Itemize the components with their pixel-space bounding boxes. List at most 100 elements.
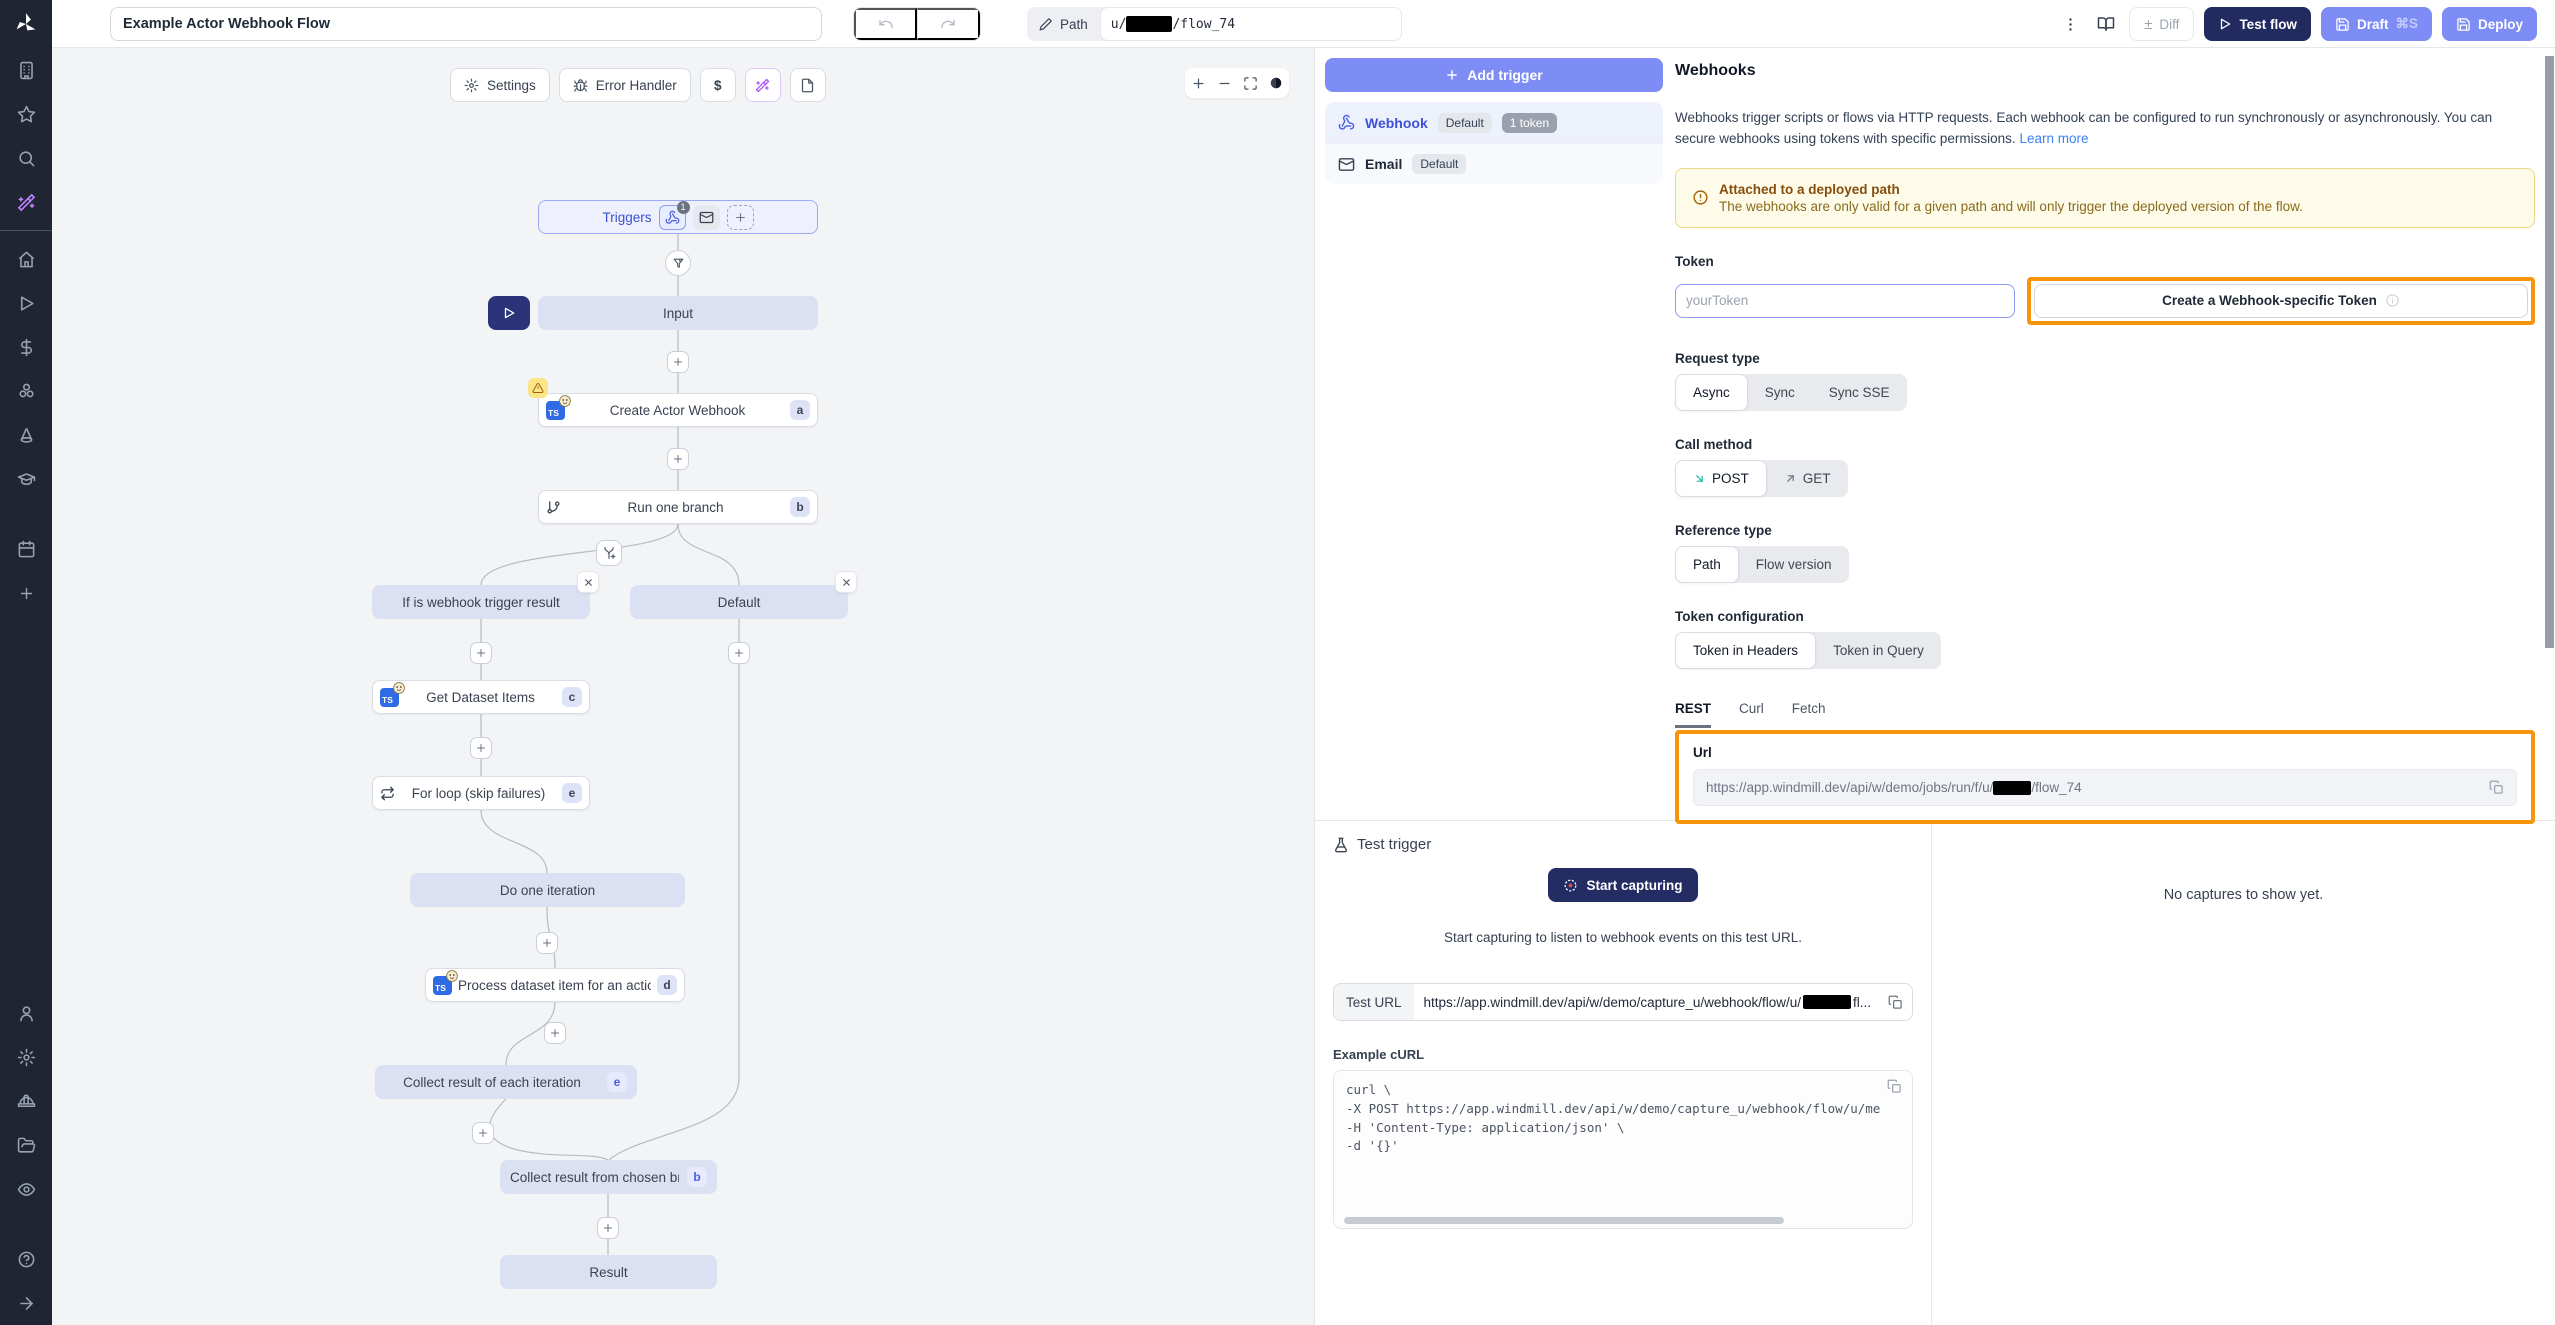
workspace-icon[interactable]	[0, 48, 52, 92]
webhook-trigger-chip[interactable]: 1	[659, 205, 686, 230]
webhook-url-field[interactable]: https://app.windmill.dev/api/w/demo/jobs…	[1693, 769, 2517, 806]
flow-node-run-one-branch[interactable]: Run one branch b	[538, 490, 818, 524]
panel-scrollbar[interactable]	[2545, 56, 2555, 811]
flow-node-for-loop[interactable]: For loop (skip failures) e	[372, 776, 590, 810]
path-widget[interactable]: Path u//flow_74	[1027, 7, 1402, 41]
add-item-icon[interactable]	[0, 571, 52, 615]
tab-rest[interactable]: REST	[1675, 701, 1711, 728]
ai-wand-icon[interactable]	[0, 180, 52, 224]
runs-icon[interactable]	[0, 281, 52, 325]
flow-canvas[interactable]: Settings Error Handler $ Triggers 1 Inpu…	[52, 48, 1315, 1325]
resources-icon[interactable]	[0, 369, 52, 413]
collapse-arrow-icon[interactable]	[0, 1281, 52, 1325]
email-trigger-chip[interactable]	[693, 205, 720, 230]
insert-step-button[interactable]	[470, 737, 492, 759]
dollar-button[interactable]: $	[700, 68, 736, 102]
copy-flow-button[interactable]	[790, 68, 826, 102]
settings-gear-icon[interactable]	[0, 1035, 52, 1079]
learn-icon[interactable]	[0, 457, 52, 501]
test-url-field[interactable]: Test URL https://app.windmill.dev/api/w/…	[1333, 983, 1913, 1021]
flow-title-input[interactable]	[110, 7, 822, 41]
path-value[interactable]: u//flow_74	[1100, 7, 1402, 41]
request-type-sync[interactable]: Sync	[1748, 374, 1812, 411]
insert-step-button[interactable]	[472, 1122, 494, 1144]
insert-step-button[interactable]	[544, 1022, 566, 1044]
reference-type-flow-version[interactable]: Flow version	[1739, 546, 1849, 583]
insert-step-button[interactable]	[667, 448, 689, 470]
create-webhook-token-button[interactable]: Create a Webhook-specific Token	[2034, 284, 2528, 318]
remove-branch-button[interactable]	[577, 571, 599, 593]
trigger-row-email[interactable]: Email Default	[1325, 143, 1663, 184]
reference-type-path[interactable]: Path	[1675, 546, 1739, 583]
start-capturing-button[interactable]: Start capturing	[1548, 868, 1697, 902]
flow-node-collect-each-iteration[interactable]: Collect result of each iteratione	[375, 1065, 637, 1099]
request-type-async[interactable]: Async	[1675, 374, 1748, 411]
flow-node-collect-chosen-branch[interactable]: Collect result from chosen branchb	[500, 1160, 717, 1194]
flow-node-process-dataset-item[interactable]: TS Process dataset item for an action d	[425, 968, 685, 1002]
windmill-logo[interactable]	[0, 0, 52, 48]
help-icon[interactable]	[0, 1237, 52, 1281]
schedules-icon[interactable]	[0, 413, 52, 457]
docs-book-icon[interactable]	[2093, 11, 2119, 37]
error-handler-button[interactable]: Error Handler	[559, 68, 691, 102]
add-trigger-button[interactable]: Add trigger	[1325, 58, 1663, 92]
flow-node-branch-default[interactable]: Default	[630, 585, 848, 619]
flow-node-result[interactable]: Result	[500, 1255, 717, 1289]
token-in-query[interactable]: Token in Query	[1816, 632, 1941, 669]
flow-node-branch-if[interactable]: If is webhook trigger result	[372, 585, 590, 619]
flow-node-get-dataset-items[interactable]: TS Get Dataset Items c	[372, 680, 590, 714]
redo-button[interactable]	[917, 8, 980, 40]
zoom-in-icon[interactable]	[1185, 68, 1211, 98]
draft-button[interactable]: Draft⌘S	[2321, 7, 2432, 41]
calendar-icon[interactable]	[0, 527, 52, 571]
token-in-headers[interactable]: Token in Headers	[1675, 632, 1816, 669]
dataflow-toggle-icon[interactable]	[1263, 68, 1289, 98]
favorites-icon[interactable]	[0, 92, 52, 136]
remove-branch-button[interactable]	[835, 571, 857, 593]
insert-step-button[interactable]	[536, 932, 558, 954]
deployed-path-warning: Attached to a deployed path The webhooks…	[1675, 168, 2535, 228]
flow-node-triggers[interactable]: Triggers 1	[538, 200, 818, 234]
horizontal-scrollbar[interactable]	[1344, 1217, 1784, 1224]
workers-icon[interactable]	[0, 1079, 52, 1123]
deploy-button[interactable]: Deploy	[2442, 7, 2537, 41]
copy-icon[interactable]	[1888, 995, 1912, 1010]
request-type-sync-sse[interactable]: Sync SSE	[1812, 374, 1907, 411]
more-menu-icon[interactable]	[2058, 12, 2083, 37]
insert-step-button[interactable]	[667, 351, 689, 373]
copy-icon[interactable]	[2489, 780, 2504, 795]
ai-wand-button[interactable]	[745, 68, 781, 102]
call-method-get[interactable]: GET	[1767, 460, 1848, 497]
add-branch-node[interactable]	[596, 540, 622, 566]
tab-fetch[interactable]: Fetch	[1792, 701, 1826, 728]
insert-step-button[interactable]	[597, 1217, 619, 1239]
insert-step-button[interactable]	[470, 642, 492, 664]
learn-more-link[interactable]: Learn more	[2019, 131, 2088, 146]
search-icon[interactable]	[0, 136, 52, 180]
zoom-out-icon[interactable]	[1211, 68, 1237, 98]
insert-step-button[interactable]	[728, 642, 750, 664]
copy-icon[interactable]	[1887, 1079, 1902, 1094]
undo-button[interactable]	[854, 8, 917, 40]
diff-button[interactable]: ±Diff	[2129, 7, 2194, 41]
flow-settings-button[interactable]: Settings	[450, 68, 550, 102]
add-trigger-chip[interactable]	[727, 205, 754, 230]
test-flow-button[interactable]: Test flow	[2204, 7, 2311, 41]
home-icon[interactable]	[0, 237, 52, 281]
audit-eye-icon[interactable]	[0, 1167, 52, 1211]
token-input[interactable]	[1675, 284, 2015, 318]
variables-icon[interactable]	[0, 325, 52, 369]
flow-node-input[interactable]: Input	[538, 296, 818, 330]
fit-view-icon[interactable]	[1237, 68, 1263, 98]
trigger-row-webhook[interactable]: Webhook Default 1 token	[1325, 102, 1663, 143]
flow-node-create-actor-webhook[interactable]: TS Create Actor Webhook a	[538, 393, 818, 427]
tab-curl[interactable]: Curl	[1739, 701, 1764, 728]
flow-node-do-one-iteration[interactable]: Do one iteration	[410, 873, 685, 907]
call-method-post[interactable]: POST	[1675, 460, 1767, 497]
scrollbar-thumb[interactable]	[2545, 56, 2554, 648]
test-up-to-input-button[interactable]	[488, 296, 530, 330]
user-icon[interactable]	[0, 991, 52, 1035]
trigger-filter-node[interactable]	[665, 250, 691, 276]
warning-title: Attached to a deployed path	[1719, 182, 2303, 197]
folders-icon[interactable]	[0, 1123, 52, 1167]
